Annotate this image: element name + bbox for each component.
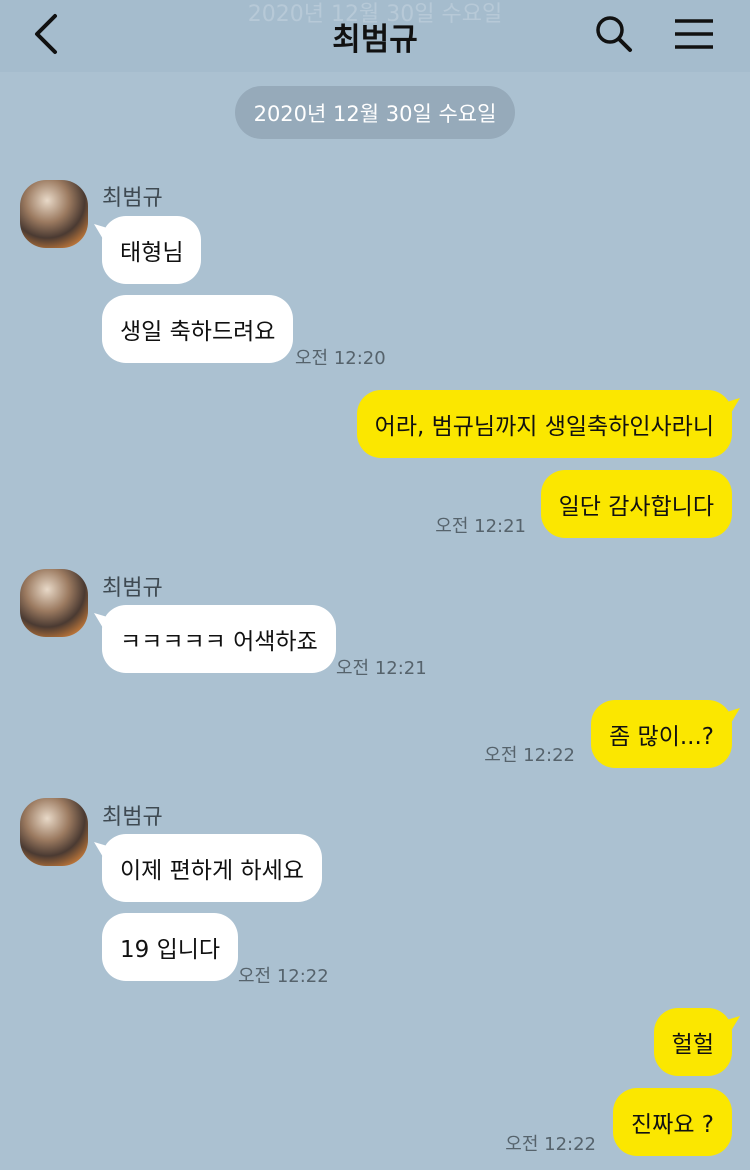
chat-header: 2020년 12월 30일 수요일 최범규 [0,0,750,72]
message-time: 오전 12:22 [238,966,329,987]
menu-button[interactable] [668,8,720,60]
message-bubble-incoming[interactable]: 이제 편하게 하세요 [102,834,322,902]
chat-screen: 2020년 12월 30일 수요일 최범규 2020년 12월 30일 수요일 … [0,0,750,1170]
search-button[interactable] [588,8,640,60]
message-bubble-incoming[interactable]: 생일 축하드려요 [102,295,294,363]
message-time: 오전 12:20 [295,348,386,369]
hamburger-menu-icon [675,19,713,49]
message-bubble-outgoing[interactable]: 어라, 범규님까지 생일축하인사라니 [356,390,732,458]
message-bubble-outgoing[interactable]: 헐헐 [653,1008,732,1076]
avatar[interactable] [20,180,88,248]
message-bubble-incoming[interactable]: ㅋㅋㅋㅋㅋ 어색하죠 [102,605,336,673]
sender-name: 최범규 [102,576,163,601]
search-icon [596,16,632,52]
sender-name: 최범규 [102,186,163,211]
sender-name: 최범규 [102,805,163,830]
message-bubble-incoming[interactable]: 태형님 [102,216,202,284]
message-bubble-outgoing[interactable]: 좀 많이...? [591,700,732,768]
message-time: 오전 12:21 [336,658,427,679]
date-divider: 2020년 12월 30일 수요일 [235,86,515,139]
message-time: 오전 12:22 [505,1134,596,1155]
message-time: 오전 12:21 [435,516,526,537]
message-bubble-outgoing[interactable]: 진짜요 ? [613,1088,732,1156]
message-bubble-outgoing[interactable]: 일단 감사합니다 [540,470,732,538]
message-bubble-incoming[interactable]: 19 입니다 [102,913,239,981]
message-time: 오전 12:22 [484,745,575,766]
avatar[interactable] [20,798,88,866]
avatar[interactable] [20,569,88,637]
